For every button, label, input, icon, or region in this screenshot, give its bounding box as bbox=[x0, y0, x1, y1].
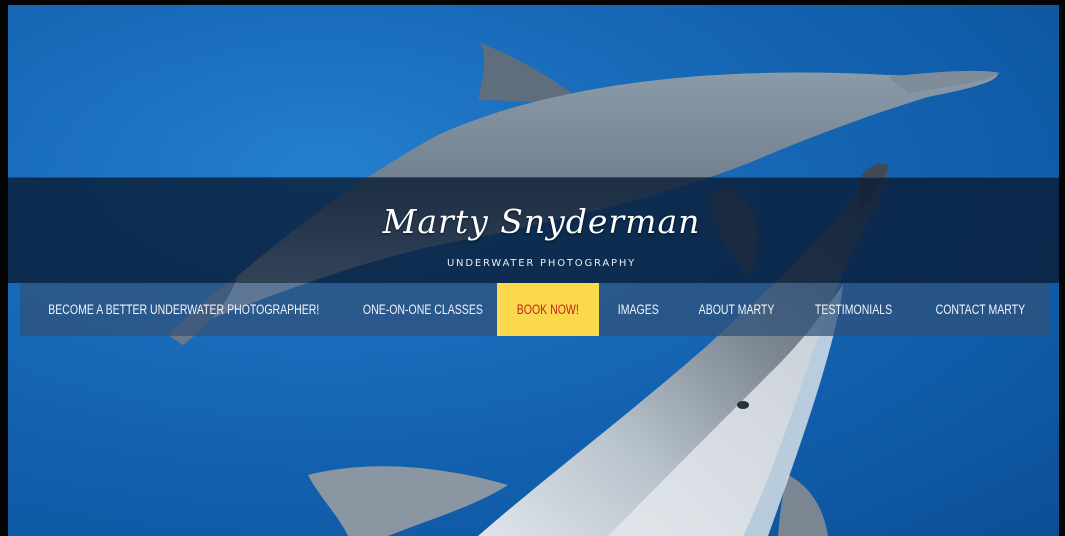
page-frame: Marty Snyderman UNDERWATER PHOTOGRAPHY B… bbox=[0, 0, 1065, 536]
nav-item-label: CONTACT MARTY bbox=[935, 302, 1026, 317]
site-name[interactable]: Marty Snyderman bbox=[8, 202, 1059, 241]
nav-item-label: IMAGES bbox=[618, 302, 659, 317]
nav-item-label: BECOME A BETTER UNDERWATER PHOTOGRAPHER! bbox=[48, 302, 320, 317]
nav-item-about-marty[interactable]: ABOUT MARTY bbox=[678, 283, 795, 336]
nav-item-images[interactable]: IMAGES bbox=[599, 283, 678, 336]
main-navigation: BECOME A BETTER UNDERWATER PHOTOGRAPHER!… bbox=[20, 283, 1049, 336]
nav-item-label: ABOUT MARTY bbox=[698, 302, 775, 317]
nav-item-one-on-one-classes[interactable]: ONE-ON-ONE CLASSES bbox=[348, 283, 497, 336]
nav-item-book-now[interactable]: BOOK NOW! bbox=[497, 283, 599, 336]
site-tagline: UNDERWATER PHOTOGRAPHY bbox=[446, 258, 637, 269]
brand-banner: Marty Snyderman UNDERWATER PHOTOGRAPHY bbox=[8, 177, 1059, 283]
nav-item-label: ONE-ON-ONE CLASSES bbox=[362, 302, 483, 317]
nav-item-label: TESTIMONIALS bbox=[814, 302, 893, 317]
nav-item-become-better-photographer[interactable]: BECOME A BETTER UNDERWATER PHOTOGRAPHER! bbox=[20, 283, 348, 336]
nav-item-label: BOOK NOW! bbox=[516, 302, 580, 317]
nav-item-testimonials[interactable]: TESTIMONIALS bbox=[795, 283, 912, 336]
nav-item-contact-marty[interactable]: CONTACT MARTY bbox=[912, 283, 1049, 336]
